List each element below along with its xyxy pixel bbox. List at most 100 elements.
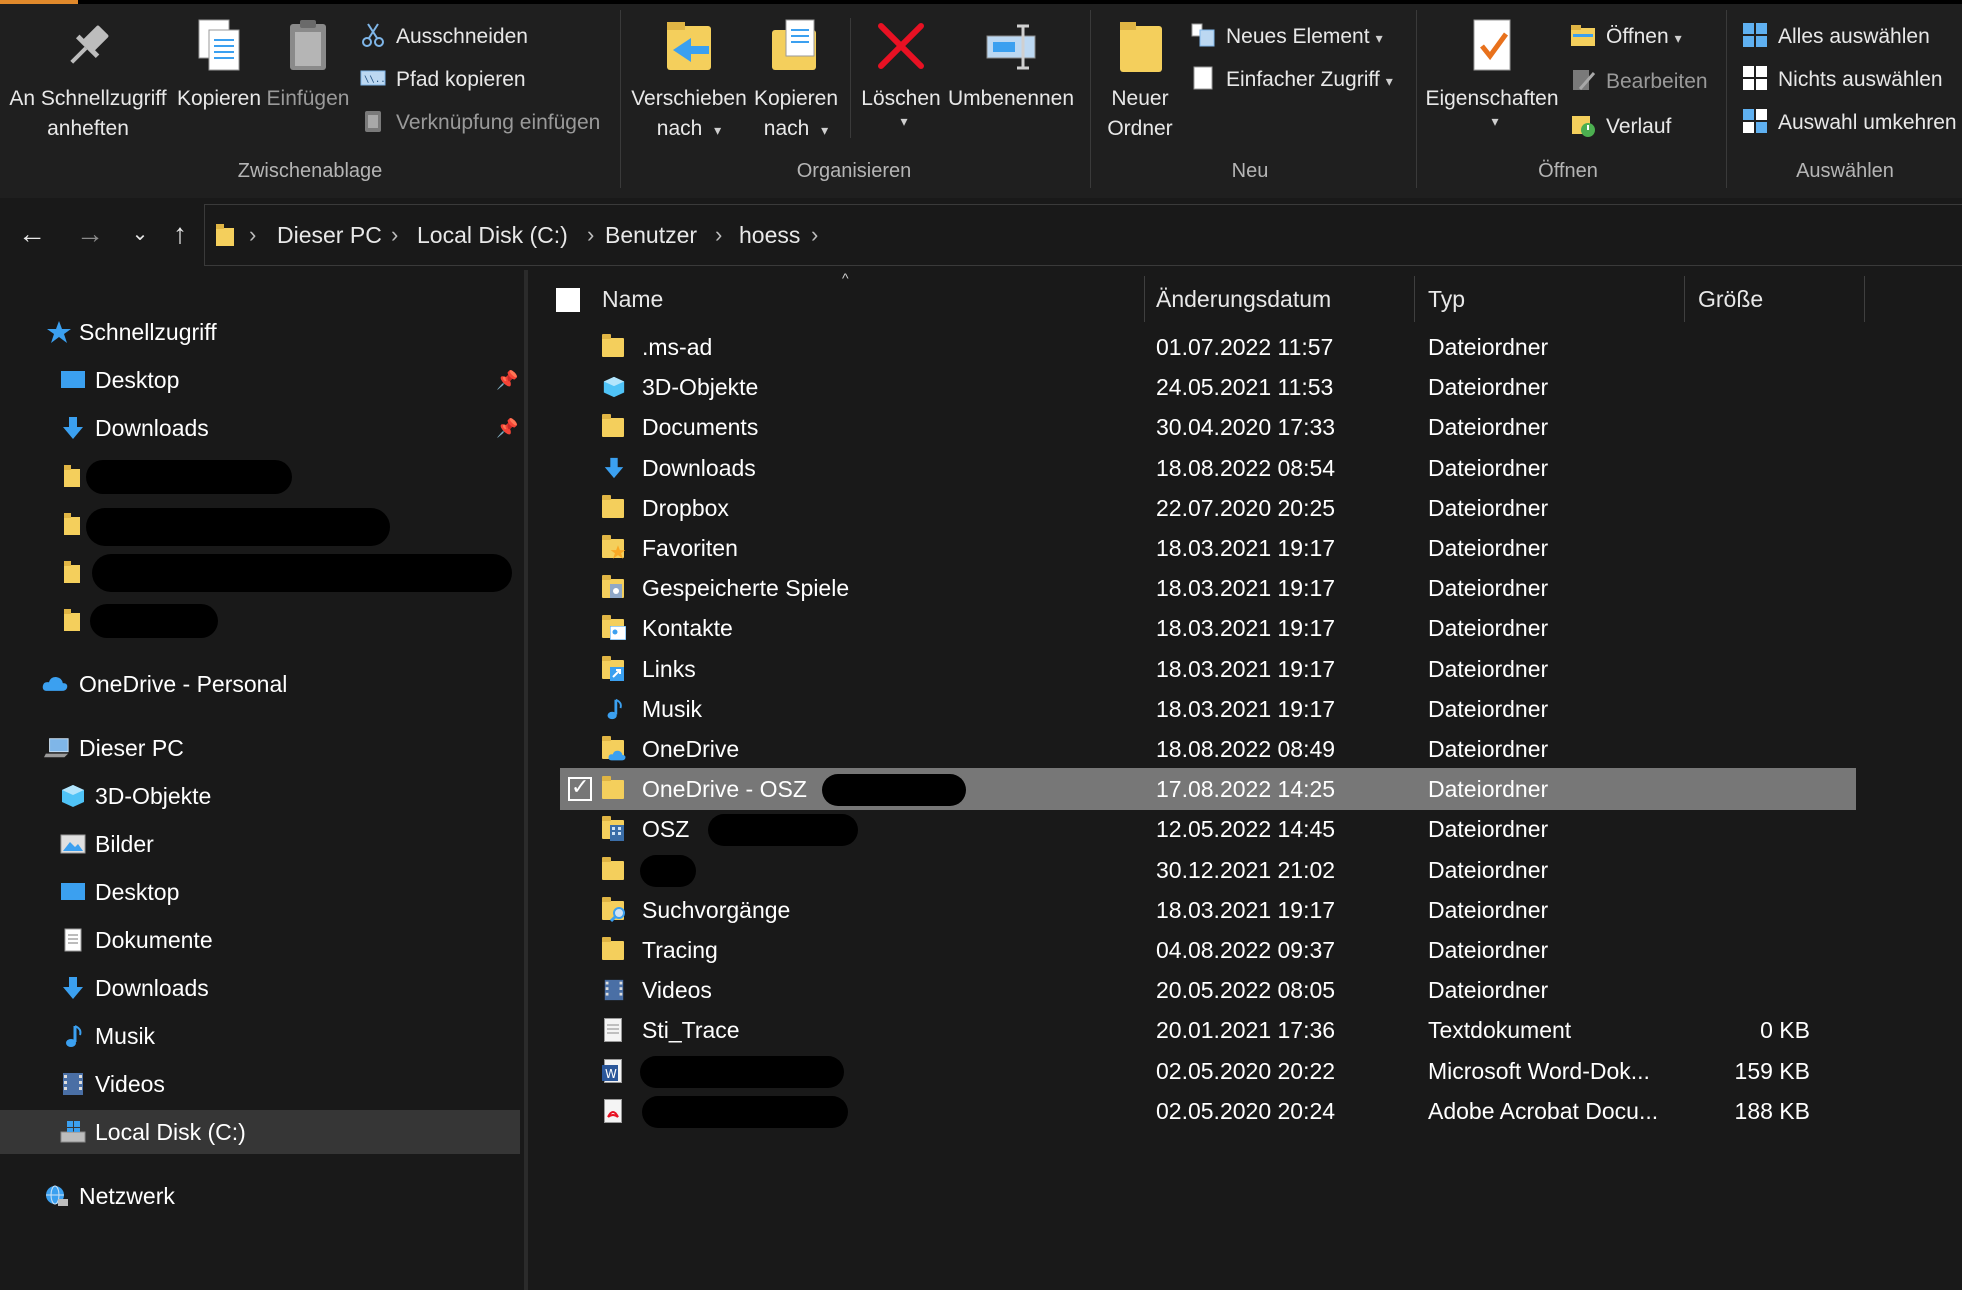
sidebar-item-downloads[interactable]: Downloads xyxy=(0,966,520,1010)
column-divider[interactable] xyxy=(1684,276,1685,322)
breadcrumb-this-pc[interactable]: Dieser PC xyxy=(277,205,382,265)
back-arrow-icon[interactable]: ← xyxy=(14,214,50,254)
file-name[interactable]: OneDrive - OSZ xyxy=(642,768,807,810)
column-divider[interactable] xyxy=(1864,276,1865,322)
sidebar-item-local-disk[interactable]: Local Disk (C:) xyxy=(0,1110,520,1154)
sidebar-item-pictures[interactable]: Bilder xyxy=(0,822,520,866)
file-name[interactable]: Documents xyxy=(642,406,758,448)
file-name[interactable]: Dropbox xyxy=(642,487,729,529)
rename-button[interactable]: Umbenennen xyxy=(944,0,1078,114)
select-none-button[interactable]: Nichts auswählen xyxy=(1742,63,1943,97)
sidebar-item-quick-access[interactable]: Schnellzugriff xyxy=(0,310,520,354)
file-row[interactable]: Videos 20.05.2022 08:05 Dateiordner xyxy=(560,969,1856,1011)
delete-button[interactable]: Löschen ▾ xyxy=(858,0,944,128)
sidebar-item-videos[interactable]: Videos xyxy=(0,1062,520,1106)
file-name[interactable]: 3D-Objekte xyxy=(642,366,758,408)
breadcrumb-local-disk[interactable]: Local Disk (C:) xyxy=(417,205,568,265)
file-name[interactable]: Links xyxy=(642,648,696,690)
edit-button[interactable]: Bearbeiten xyxy=(1570,65,1708,99)
cut-button[interactable]: Ausschneiden xyxy=(360,20,528,54)
file-name[interactable]: Tracing xyxy=(642,929,718,971)
file-row[interactable]: Downloads 18.08.2022 08:54 Dateiordner xyxy=(560,447,1856,489)
file-row[interactable]: 3D-Objekte 24.05.2021 11:53 Dateiordner xyxy=(560,366,1856,408)
copy-path-button[interactable]: \\.. Pfad kopieren xyxy=(360,63,526,97)
file-date: 18.03.2021 19:17 xyxy=(1156,575,1336,602)
file-name[interactable]: Gespeicherte Spiele xyxy=(642,567,849,609)
pin-quick-access-button[interactable]: An Schnellzugriff anheften xyxy=(8,0,168,144)
new-item-button[interactable]: Neues Element ▾ xyxy=(1190,20,1383,54)
sidebar-divider[interactable] xyxy=(524,270,528,1290)
file-row[interactable]: Links 18.03.2021 19:17 Dateiordner xyxy=(560,648,1856,690)
file-row[interactable]: OneDrive 18.08.2022 08:49 Dateiordner xyxy=(560,728,1856,770)
favorites-folder-icon xyxy=(602,535,626,560)
sidebar-item-redacted[interactable] xyxy=(0,454,520,498)
file-row[interactable]: Tracing 04.08.2022 09:37 Dateiordner xyxy=(560,929,1856,971)
file-row[interactable]: Dropbox 22.07.2020 20:25 Dateiordner xyxy=(560,487,1856,529)
file-row[interactable]: OneDrive - OSZ 17.08.2022 14:25 Dateiordne… xyxy=(560,768,1856,811)
file-row[interactable]: Kontakte 18.03.2021 19:17 Dateiordner xyxy=(560,607,1856,649)
svg-text:\\..: \\.. xyxy=(364,75,386,85)
sidebar-item-documents[interactable]: Dokumente xyxy=(0,918,520,962)
ribbon-separator xyxy=(850,18,851,138)
history-button[interactable]: Verlauf xyxy=(1570,110,1671,144)
file-row[interactable]: OSZ 12.05.2022 14:45 Dateiordner xyxy=(560,808,1856,850)
file-row[interactable]: Gespeicherte Spiele 18.03.2021 19:17 Datei… xyxy=(560,567,1856,609)
column-divider[interactable] xyxy=(1144,276,1145,322)
file-row[interactable]: Suchvorgänge 18.03.2021 19:17 Dateiordner xyxy=(560,889,1856,931)
file-name[interactable]: Sti_Trace xyxy=(642,1009,740,1051)
new-folder-button[interactable]: Neuer Ordner xyxy=(1100,0,1180,144)
file-name[interactable]: Favoriten xyxy=(642,527,738,569)
sidebar-item-music[interactable]: Musik xyxy=(0,1014,520,1058)
forward-arrow-icon[interactable]: → xyxy=(72,214,108,254)
easy-access-button[interactable]: Einfacher Zugriff ▾ xyxy=(1190,63,1393,97)
sidebar-item-network[interactable]: Netzwerk xyxy=(0,1174,520,1218)
sidebar-item-3d-objects[interactable]: 3D-Objekte xyxy=(0,774,520,818)
sidebar-item-redacted[interactable] xyxy=(0,550,520,594)
row-checkbox[interactable] xyxy=(568,774,592,802)
column-header-size[interactable]: Größe xyxy=(1698,270,1763,328)
breadcrumb-benutzer[interactable]: Benutzer xyxy=(605,205,697,265)
breadcrumb-hoess[interactable]: hoess xyxy=(739,205,800,265)
file-row[interactable]: Musik 18.03.2021 19:17 Dateiordner xyxy=(560,688,1856,730)
file-row[interactable]: 02.05.2020 20:24 Adobe Acrobat Docu... 188… xyxy=(560,1090,1856,1132)
file-name[interactable]: OneDrive xyxy=(642,728,739,770)
download-arrow-icon xyxy=(63,977,83,999)
column-header-date[interactable]: Änderungsdatum xyxy=(1156,270,1331,328)
file-name[interactable]: OSZ xyxy=(642,808,689,850)
invert-selection-button[interactable]: Auswahl umkehren xyxy=(1742,106,1957,140)
file-row[interactable]: 30.12.2021 21:02 Dateiordner xyxy=(560,849,1856,891)
sidebar-item-redacted[interactable] xyxy=(0,502,520,546)
file-row[interactable]: Documents 30.04.2020 17:33 Dateiordner xyxy=(560,406,1856,448)
file-name[interactable]: Musik xyxy=(642,688,702,730)
select-all-button[interactable]: Alles auswählen xyxy=(1742,20,1930,54)
recent-locations-chevron-icon[interactable]: ⌄ xyxy=(122,214,158,254)
select-all-checkbox[interactable] xyxy=(556,288,580,312)
file-name[interactable]: Downloads xyxy=(642,447,756,489)
column-header-type[interactable]: Typ xyxy=(1428,270,1465,328)
copy-to-button[interactable]: Kopieren nach ▾ xyxy=(750,0,842,145)
address-bar[interactable]: › Dieser PC › Local Disk (C:) › Benutzer… xyxy=(204,204,1962,266)
paste-shortcut-button[interactable]: Verknüpfung einfügen xyxy=(360,106,600,140)
file-name[interactable]: Videos xyxy=(642,969,712,1011)
sidebar-item-desktop-quick[interactable]: Desktop 📌 xyxy=(0,358,520,402)
file-name[interactable]: .ms-ad xyxy=(642,326,712,368)
file-name[interactable]: Suchvorgänge xyxy=(642,889,790,931)
copy-button[interactable]: Kopieren xyxy=(174,0,264,114)
sidebar-item-this-pc[interactable]: Dieser PC xyxy=(0,726,520,770)
file-row[interactable]: Favoriten 18.03.2021 19:17 Dateiordner xyxy=(560,527,1856,569)
sidebar-item-downloads-quick[interactable]: Downloads 📌 xyxy=(0,406,520,450)
sidebar-item-onedrive[interactable]: OneDrive - Personal xyxy=(0,662,520,706)
column-header-name[interactable]: Name xyxy=(602,270,663,328)
open-button[interactable]: Öffnen ▾ xyxy=(1570,20,1682,54)
file-name[interactable]: Kontakte xyxy=(642,607,733,649)
column-divider[interactable] xyxy=(1414,276,1415,322)
up-arrow-icon[interactable]: ↑ xyxy=(162,214,198,254)
file-row[interactable]: W 02.05.2020 20:22 Microsoft Word-Dok... 15… xyxy=(560,1050,1856,1092)
sidebar-item-desktop[interactable]: Desktop xyxy=(0,870,520,914)
properties-button[interactable]: Eigenschaften ▾ xyxy=(1424,0,1560,128)
sidebar-item-redacted[interactable] xyxy=(0,598,520,642)
paste-button[interactable]: Einfügen xyxy=(264,0,352,114)
move-to-button[interactable]: Verschieben nach ▾ xyxy=(630,0,748,145)
file-row[interactable]: Sti_Trace 20.01.2021 17:36 Textdokument 0 K… xyxy=(560,1009,1856,1051)
file-row[interactable]: .ms-ad 01.07.2022 11:57 Dateiordner xyxy=(560,326,1856,368)
